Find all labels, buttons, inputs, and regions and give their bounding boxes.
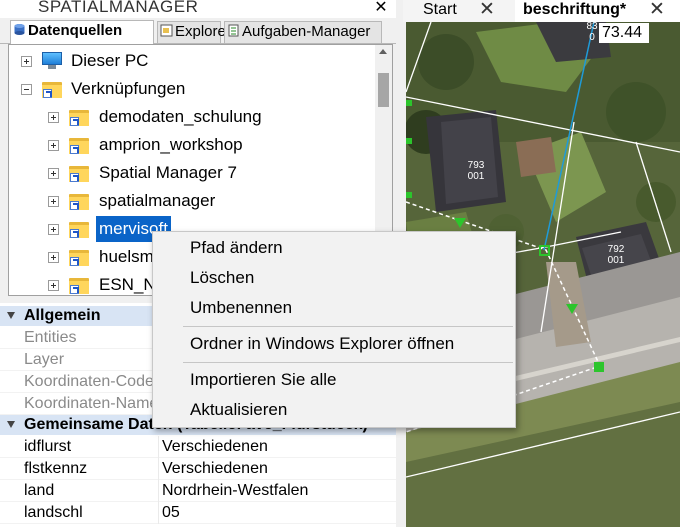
tree-item-spatial-manager-7[interactable]: Spatial Manager 7 bbox=[9, 160, 369, 186]
expand-icon[interactable] bbox=[48, 112, 59, 123]
shortcut-folder-icon bbox=[69, 192, 89, 210]
scroll-up-icon[interactable] bbox=[379, 49, 387, 54]
menu-item-umbenennen[interactable]: Umbenennen bbox=[153, 294, 515, 322]
expand-icon[interactable] bbox=[48, 252, 59, 263]
document-tabs: Start ✕ beschriftung* ✕ bbox=[403, 0, 680, 22]
tree-item-label: huelsm bbox=[99, 247, 154, 266]
shortcut-folder-icon bbox=[69, 220, 89, 238]
expand-icon[interactable] bbox=[48, 196, 59, 207]
parcel-sub: 001 bbox=[468, 171, 485, 182]
expand-icon[interactable] bbox=[21, 56, 32, 67]
property-key: Layer bbox=[24, 351, 65, 368]
tree-item-spatialmanager[interactable]: spatialmanager bbox=[9, 188, 369, 214]
property-value: 05 bbox=[162, 504, 180, 521]
property-value: Verschiedenen bbox=[162, 460, 268, 477]
expand-icon[interactable] bbox=[48, 224, 59, 235]
close-icon[interactable]: ✕ bbox=[649, 0, 665, 20]
tree-item-amprion-workshop[interactable]: amprion_workshop bbox=[9, 132, 369, 158]
shortcut-folder-icon bbox=[69, 108, 89, 126]
doc-tab-label: Start bbox=[423, 1, 457, 18]
property-key: idflurst bbox=[24, 438, 72, 455]
property-key: Koordinaten-Code bbox=[24, 373, 154, 390]
menu-separator bbox=[183, 326, 513, 327]
task-icon bbox=[228, 24, 239, 37]
scrollbar-thumb[interactable] bbox=[378, 73, 389, 107]
tree-item-label: Verknüpfungen bbox=[71, 79, 186, 98]
tab-label: Aufgaben-Manager bbox=[242, 23, 371, 40]
doc-tab-beschriftung[interactable]: beschriftung* ✕ bbox=[515, 0, 680, 22]
doc-tab-start[interactable]: Start ✕ bbox=[415, 0, 509, 22]
tree-item-label: amprion_workshop bbox=[99, 135, 243, 154]
property-value: Nordrhein-Westfalen bbox=[162, 482, 309, 499]
parcel-number-sub: 0 bbox=[589, 32, 595, 43]
close-icon[interactable]: ✕ bbox=[479, 0, 495, 20]
tree-item-demodaten-schulung[interactable]: demodaten_schulung bbox=[9, 104, 369, 130]
collapse-icon[interactable] bbox=[21, 84, 32, 95]
tab-explorer[interactable]: Explorer bbox=[157, 21, 231, 43]
parcel-number: 792 bbox=[608, 244, 625, 255]
property-key: flstkennz bbox=[24, 460, 88, 477]
property-row[interactable]: idflurst Verschiedenen bbox=[0, 436, 396, 458]
doc-tab-label: beschriftung* bbox=[523, 1, 627, 18]
collapse-triangle-icon[interactable] bbox=[7, 421, 15, 428]
computer-icon bbox=[41, 52, 63, 70]
tab-label: Explorer bbox=[175, 23, 231, 40]
app-window: SPATIALMANAGER ✕ Datenquellen Explorer A… bbox=[0, 0, 680, 527]
database-icon bbox=[14, 24, 25, 35]
menu-item-aktualisieren[interactable]: Aktualisieren bbox=[153, 396, 515, 424]
shortcut-folder-icon bbox=[42, 80, 62, 98]
menu-item-ordner-oeffnen[interactable]: Ordner in Windows Explorer öffnen bbox=[153, 330, 515, 358]
tree-item-label: Dieser PC bbox=[71, 51, 149, 70]
category-label: Allgemein bbox=[24, 307, 101, 324]
tree-item-label: Spatial Manager 7 bbox=[99, 163, 237, 182]
parcel-number: 793 bbox=[468, 160, 485, 171]
property-key: landschl bbox=[24, 504, 83, 521]
property-row[interactable]: landschl 05 bbox=[0, 502, 396, 524]
tree-item-label: demodaten_schulung bbox=[99, 107, 262, 126]
tree-item-label: ESN_N bbox=[99, 275, 156, 294]
menu-separator bbox=[183, 362, 513, 363]
parcel-number-sub: 001 bbox=[608, 255, 625, 266]
context-menu: Pfad ändern Löschen Umbenennen Ordner in… bbox=[152, 231, 516, 428]
parcel-number: 83 bbox=[586, 22, 598, 32]
property-key: land bbox=[24, 482, 55, 499]
property-value: Verschiedenen bbox=[162, 438, 268, 455]
tree-item-dieser-pc[interactable]: Dieser PC bbox=[9, 48, 369, 74]
shortcut-folder-icon bbox=[69, 136, 89, 154]
shortcut-folder-icon bbox=[69, 276, 89, 294]
shortcut-folder-icon bbox=[69, 164, 89, 182]
tab-datenquellen[interactable]: Datenquellen bbox=[10, 20, 154, 44]
property-row[interactable]: land Nordrhein-Westfalen bbox=[0, 480, 396, 502]
shortcut-folder-icon bbox=[69, 248, 89, 266]
panel-title-bar: SPATIALMANAGER ✕ bbox=[0, 0, 396, 18]
coordinate-readout: 73.44 bbox=[599, 23, 649, 43]
panel-title: SPATIALMANAGER bbox=[38, 0, 199, 16]
expand-icon[interactable] bbox=[48, 168, 59, 179]
panel-tabs: Datenquellen Explorer Aufgaben-Manager bbox=[0, 18, 396, 44]
menu-item-pfad-aendern[interactable]: Pfad ändern bbox=[153, 234, 515, 262]
menu-item-importieren[interactable]: Importieren Sie alle bbox=[153, 366, 515, 394]
explorer-icon bbox=[160, 24, 173, 37]
property-row[interactable]: flstkennz Verschiedenen bbox=[0, 458, 396, 480]
tree-item-verknuepfungen[interactable]: Verknüpfungen bbox=[9, 76, 369, 102]
tab-label: Datenquellen bbox=[28, 22, 123, 39]
expand-icon[interactable] bbox=[48, 140, 59, 151]
panel-close-icon[interactable]: ✕ bbox=[372, 0, 390, 16]
tree-item-label: spatialmanager bbox=[99, 191, 216, 210]
collapse-triangle-icon[interactable] bbox=[7, 312, 15, 319]
expand-icon[interactable] bbox=[48, 280, 59, 291]
menu-item-loeschen[interactable]: Löschen bbox=[153, 264, 515, 292]
property-key: Koordinaten-Name bbox=[24, 395, 158, 412]
tab-aufgaben-manager[interactable]: Aufgaben-Manager bbox=[224, 21, 382, 43]
property-key: Entities bbox=[24, 329, 77, 346]
